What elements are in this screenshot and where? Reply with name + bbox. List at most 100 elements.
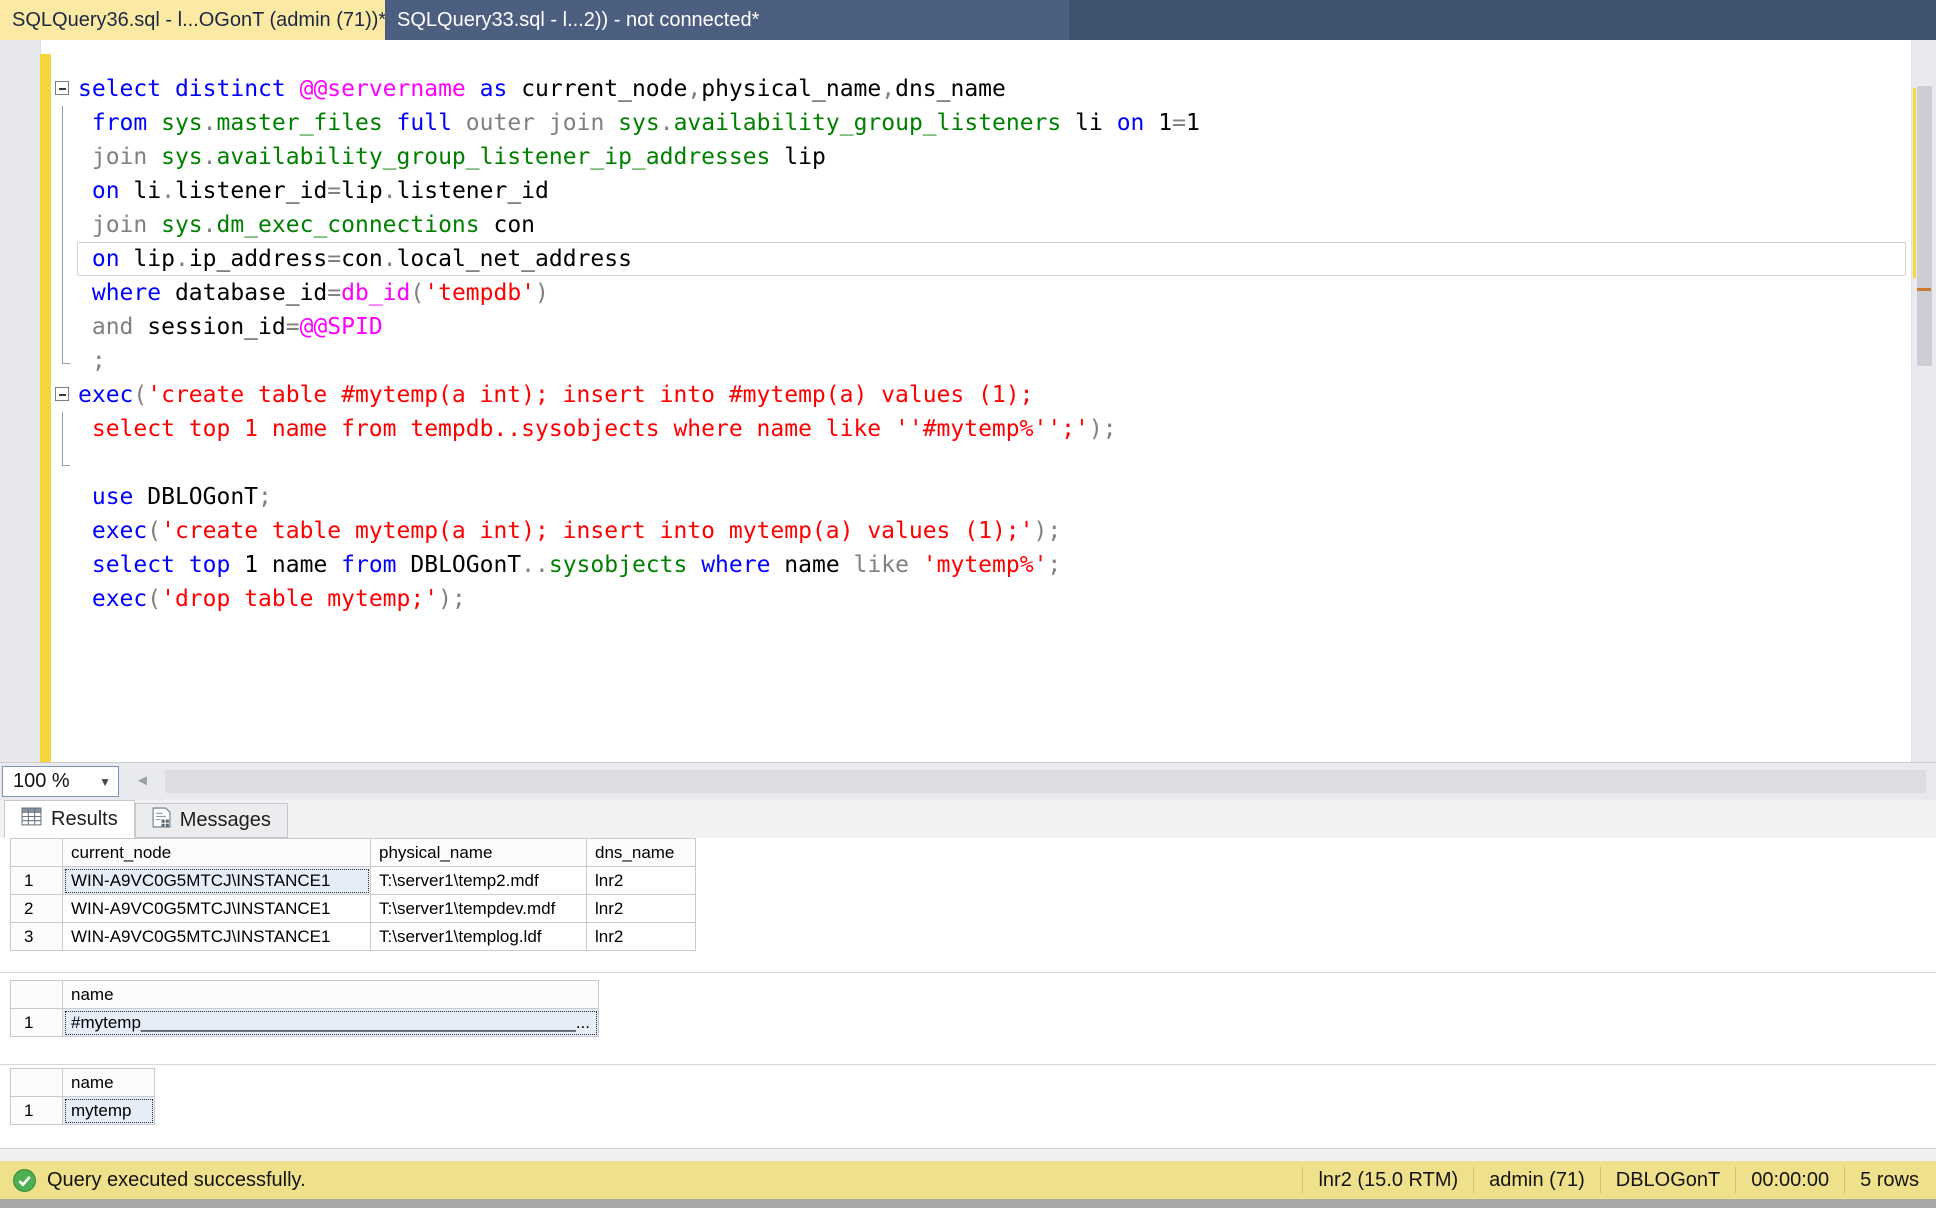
code-line[interactable]: ; (51, 344, 1906, 378)
result-grid-panel-1: current_nodephysical_namedns_name1WIN-A9… (10, 838, 696, 951)
code-token: as (480, 76, 508, 102)
column-header[interactable]: dns_name (587, 839, 696, 867)
code-line[interactable]: join sys.availability_group_listener_ip_… (51, 140, 1906, 174)
grid-cell[interactable]: lnr2 (587, 867, 696, 895)
grid-splitter[interactable] (0, 1064, 1936, 1065)
grid-cell[interactable]: WIN-A9VC0G5MTCJ\INSTANCE1 (63, 867, 371, 895)
results-pane-footer (0, 1148, 1936, 1161)
code-token (909, 552, 923, 578)
code-line[interactable]: use DBLOGonT; (51, 480, 1906, 514)
row-number[interactable]: 1 (11, 867, 63, 895)
result-grid: name1#mytemp____________________________… (10, 980, 599, 1037)
grid-header-row: name (11, 1069, 155, 1097)
table-row: 1WIN-A9VC0G5MTCJ\INSTANCE1T:\server1\tem… (11, 867, 696, 895)
row-number[interactable]: 1 (11, 1009, 63, 1037)
code-token: li (120, 178, 162, 204)
code-token: select (78, 76, 161, 102)
code-token: con (341, 246, 383, 272)
results-pane-tabs: Results Messages (0, 800, 1936, 838)
code-token: ) (535, 280, 549, 306)
code-token: sysobjects (549, 552, 687, 578)
code-token: 'create table mytemp(a int); insert into… (161, 518, 1033, 544)
grid-cell[interactable]: T:\server1\temp2.mdf (371, 867, 587, 895)
code-token: physical_name (701, 76, 881, 102)
code-area[interactable]: select distinct @@servername as current_… (51, 72, 1906, 616)
grid-cell[interactable]: #mytemp_________________________________… (63, 1009, 599, 1037)
results-grids: current_nodephysical_namedns_name1WIN-A9… (0, 838, 1936, 1148)
code-line[interactable]: where database_id=db_id('tempdb') (51, 276, 1906, 310)
code-token: local_net_address (397, 246, 632, 272)
grid-cell[interactable]: WIN-A9VC0G5MTCJ\INSTANCE1 (63, 895, 371, 923)
code-line-text: exec('create table mytemp(a int); insert… (77, 514, 1906, 548)
code-token (78, 212, 92, 238)
table-row: 2WIN-A9VC0G5MTCJ\INSTANCE1T:\server1\tem… (11, 895, 696, 923)
grid-splitter[interactable] (0, 972, 1936, 973)
code-token: select (92, 552, 175, 578)
code-token: sys (161, 212, 203, 238)
code-line[interactable]: from sys.master_files full outer join sy… (51, 106, 1906, 140)
code-line[interactable]: exec('create table mytemp(a int); insert… (51, 514, 1906, 548)
grid-corner-cell[interactable] (11, 981, 63, 1009)
code-line-text: from sys.master_files full outer join sy… (77, 106, 1906, 140)
code-line[interactable]: and session_id=@@SPID (51, 310, 1906, 344)
outline-margin (51, 208, 77, 242)
grid-cell[interactable]: T:\server1\tempdev.mdf (371, 895, 587, 923)
scrollbar-thumb[interactable] (1917, 86, 1932, 366)
collapse-toggle-icon[interactable] (51, 378, 77, 412)
scrollbar-thumb[interactable] (165, 770, 1926, 793)
code-line[interactable]: select top 1 name from DBLOGonT..sysobje… (51, 548, 1906, 582)
messages-icon (152, 807, 171, 834)
success-check-icon (12, 1168, 37, 1193)
horizontal-scrollbar[interactable]: ◄ (119, 763, 1936, 800)
document-tab-bar: SQLQuery36.sql - l...OGonT (admin (71))*… (0, 0, 1936, 40)
row-number[interactable]: 3 (11, 923, 63, 951)
grid-corner-cell[interactable] (11, 1069, 63, 1097)
code-line[interactable]: on li.listener_id=lip.listener_id (51, 174, 1906, 208)
code-line-text: exec('drop table mytemp;'); (77, 582, 1906, 616)
code-line[interactable] (51, 446, 1906, 480)
code-line[interactable]: select top 1 name from tempdb..sysobject… (51, 412, 1906, 446)
result-grid: name1mytemp (10, 1068, 155, 1125)
row-number[interactable]: 2 (11, 895, 63, 923)
grid-cell[interactable]: lnr2 (587, 895, 696, 923)
code-token: db_id (341, 280, 410, 306)
code-line[interactable]: join sys.dm_exec_connections con (51, 208, 1906, 242)
scroll-left-arrow-icon[interactable]: ◄ (135, 772, 150, 789)
outline-margin (51, 310, 77, 344)
vertical-scrollbar[interactable] (1911, 40, 1936, 762)
code-token: availability_group_listener_ip_addresses (217, 144, 771, 170)
column-header[interactable]: name (63, 1069, 155, 1097)
zoom-select[interactable]: 100 % ▼ (2, 766, 119, 797)
code-line[interactable]: exec('create table #mytemp(a int); inser… (51, 378, 1906, 412)
window-resize-edge (0, 1199, 1936, 1208)
grid-cell[interactable]: lnr2 (587, 923, 696, 951)
code-token: ); (438, 586, 466, 612)
row-number[interactable]: 1 (11, 1097, 63, 1125)
code-line[interactable]: on lip.ip_address=con.local_net_address (51, 242, 1906, 276)
code-token: ); (1033, 518, 1061, 544)
code-token: select top 1 name from tempdb..sysobject… (92, 416, 1089, 442)
code-token: DBLOGonT (397, 552, 522, 578)
code-line[interactable]: select distinct @@servername as current_… (51, 72, 1906, 106)
sql-editor[interactable]: select distinct @@servername as current_… (0, 40, 1936, 762)
code-line[interactable]: exec('drop table mytemp;'); (51, 582, 1906, 616)
tab-results[interactable]: Results (4, 800, 135, 838)
collapse-toggle-icon[interactable] (51, 72, 77, 106)
tab-sqlquery33[interactable]: SQLQuery33.sql - l...2)) - not connected… (385, 0, 1069, 40)
column-header[interactable]: name (63, 981, 599, 1009)
grid-corner-cell[interactable] (11, 839, 63, 867)
tab-messages[interactable]: Messages (135, 803, 288, 838)
grid-cell[interactable]: mytemp (63, 1097, 155, 1125)
outline-margin (51, 106, 77, 140)
grid-cell[interactable]: WIN-A9VC0G5MTCJ\INSTANCE1 (63, 923, 371, 951)
code-token (687, 552, 701, 578)
code-token (147, 144, 161, 170)
grid-cell[interactable]: T:\server1\templog.ldf (371, 923, 587, 951)
code-line-text: select top 1 name from DBLOGonT..sysobje… (77, 548, 1906, 582)
tab-sqlquery36[interactable]: SQLQuery36.sql - l...OGonT (admin (71))*… (0, 0, 385, 40)
column-header[interactable]: current_node (63, 839, 371, 867)
table-row: 1mytemp (11, 1097, 155, 1125)
code-token: session_id (133, 314, 285, 340)
code-token (535, 110, 549, 136)
column-header[interactable]: physical_name (371, 839, 587, 867)
